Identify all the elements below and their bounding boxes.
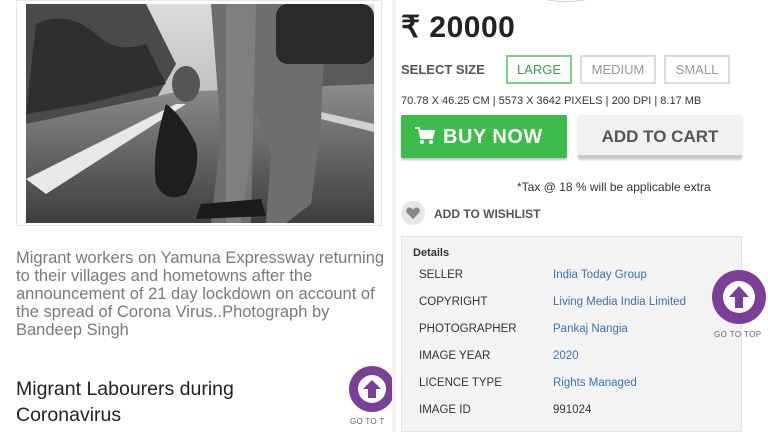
image-dimensions: 70.78 X 46.25 CM | 5573 X 3642 PIXELS | … xyxy=(401,95,702,107)
product-photo[interactable] xyxy=(26,4,374,223)
buy-now-button[interactable]: BUY NOW xyxy=(401,115,567,158)
screen: Migrant workers on Yamuna Expressway ret… xyxy=(0,0,768,432)
photo-title: Migrant Labourers during Coronavirus xyxy=(16,378,234,426)
add-to-cart-button[interactable]: ADD TO CART xyxy=(578,115,742,158)
photo-frame xyxy=(16,0,382,226)
detail-value-image-year[interactable]: 2020 xyxy=(553,350,579,362)
detail-value-image-id: 991024 xyxy=(553,404,592,416)
arrow-up-icon xyxy=(358,375,386,403)
shopping-cart-icon xyxy=(415,127,436,151)
size-option-small[interactable]: SMALL xyxy=(664,55,730,84)
tax-note: *Tax @ 18 % will be applicable extra xyxy=(517,180,711,194)
detail-value-licence-type[interactable]: Rights Managed xyxy=(553,377,637,389)
select-size-label: SELECT SIZE xyxy=(401,62,485,77)
right-panel: ₹ 20000 SELECT SIZE LARGE MEDIUM SMALL 7… xyxy=(396,0,768,432)
detail-value-copyright[interactable]: Living Media India Limited xyxy=(553,296,686,308)
detail-value-photographer[interactable]: Pankaj Nangia xyxy=(553,323,628,335)
photo-caption: Migrant workers on Yamuna Expressway ret… xyxy=(16,249,385,339)
heart-icon xyxy=(401,201,425,225)
details-heading: Details xyxy=(413,247,450,259)
left-panel: Migrant workers on Yamuna Expressway ret… xyxy=(0,0,395,432)
details-panel: Details SELLER India Today Group COPYRIG… xyxy=(401,236,742,432)
arrow-up-icon xyxy=(723,281,755,313)
size-option-large[interactable]: LARGE xyxy=(506,55,572,84)
go-to-top-button-left[interactable] xyxy=(349,366,395,412)
detail-key-seller: SELLER xyxy=(419,269,464,281)
detail-key-licence-type: LICENCE TYPE xyxy=(419,377,502,389)
price: ₹ 20000 xyxy=(401,11,516,44)
detail-key-photographer: PHOTOGRAPHER xyxy=(419,323,517,335)
go-to-top-label-left: GO TO T xyxy=(350,417,385,426)
wishlist-label: ADD TO WISHLIST xyxy=(434,207,541,221)
go-to-top-label: GO TO TOP xyxy=(714,330,762,339)
buy-now-label: BUY NOW xyxy=(443,126,543,148)
go-to-top-button[interactable] xyxy=(712,270,766,324)
detail-key-copyright: COPYRIGHT xyxy=(419,296,488,308)
detail-key-image-year: IMAGE YEAR xyxy=(419,350,491,362)
detail-value-seller[interactable]: India Today Group xyxy=(553,269,647,281)
detail-key-image-id: IMAGE ID xyxy=(419,404,471,416)
partial-icon xyxy=(536,0,596,2)
size-option-medium[interactable]: MEDIUM xyxy=(580,55,656,84)
